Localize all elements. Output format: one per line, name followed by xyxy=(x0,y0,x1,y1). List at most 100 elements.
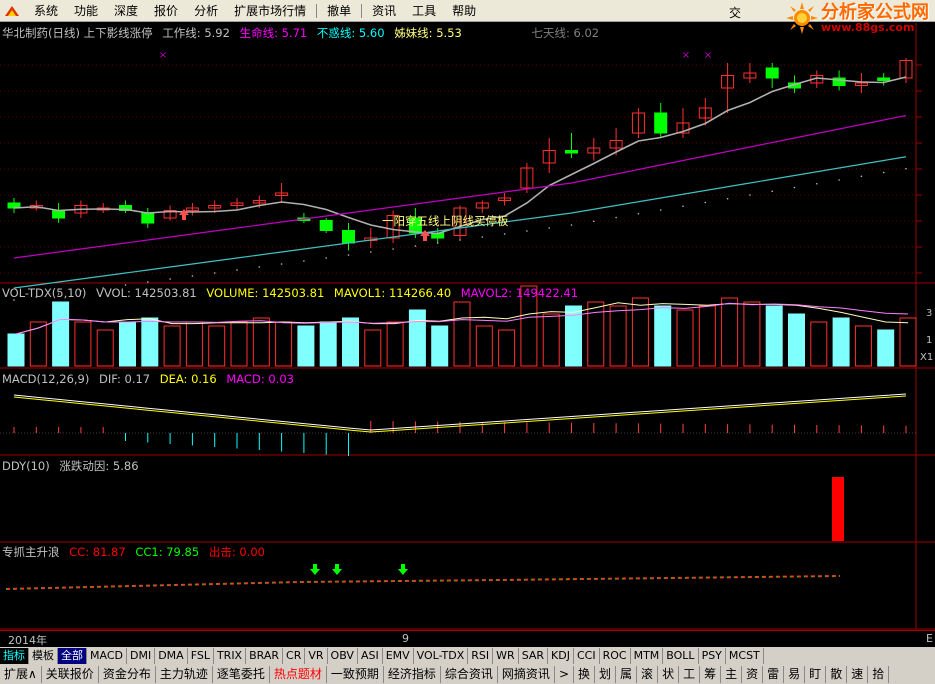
menu-system[interactable]: 系统 xyxy=(26,0,66,22)
menu-function[interactable]: 功能 xyxy=(66,0,106,22)
menu-quote[interactable]: 报价 xyxy=(146,0,186,22)
volume-bar xyxy=(163,325,181,367)
chart-annotation: 一阳穿五线上阴线买停板 xyxy=(382,214,509,228)
vol-title: VOL-TDX(5,10) xyxy=(2,286,87,300)
candle-body xyxy=(342,230,355,244)
tab-template[interactable]: 模板 xyxy=(29,648,58,664)
btn-short[interactable]: 拾 xyxy=(868,666,890,683)
vol-value: MAVOL2: 149422.41 xyxy=(460,286,579,300)
tab-rsi[interactable]: RSI xyxy=(468,648,494,664)
btn-short[interactable]: 滚 xyxy=(637,666,659,683)
volume-bar xyxy=(252,317,270,367)
btn-short[interactable]: 属 xyxy=(616,666,638,683)
dot-line xyxy=(860,175,863,178)
btn-short[interactable]: 换 xyxy=(574,666,596,683)
btn-short[interactable]: 状 xyxy=(658,666,680,683)
tab-asi[interactable]: ASI xyxy=(358,648,383,664)
btn-short[interactable]: 工 xyxy=(679,666,701,683)
ddy-value: 涨跌动因: 5.86 xyxy=(59,459,139,473)
tab-dmi[interactable]: DMI xyxy=(127,648,156,664)
date-axis-end: E xyxy=(926,632,933,645)
btn-fund-distribution[interactable]: 资金分布 xyxy=(99,666,156,683)
dot-line xyxy=(280,263,283,265)
btn-short[interactable]: 主 xyxy=(721,666,743,683)
tab-emv[interactable]: EMV xyxy=(383,648,414,664)
tab-mtm[interactable]: MTM xyxy=(631,648,664,664)
menu-news[interactable]: 资讯 xyxy=(364,0,404,22)
volume-bar xyxy=(899,317,917,367)
menu-depth[interactable]: 深度 xyxy=(106,0,146,22)
volume-bar xyxy=(542,313,560,367)
btn-related-quote[interactable]: 关联报价 xyxy=(42,666,99,683)
dot-line xyxy=(593,220,595,223)
btn-short[interactable]: 划 xyxy=(595,666,617,683)
btn-main-force-track[interactable]: 主力轨迹 xyxy=(156,666,213,683)
menu-analysis[interactable]: 分析 xyxy=(186,0,226,22)
menu-cancel-order[interactable]: 撤单 xyxy=(319,0,359,22)
btn-economic-index[interactable]: 经济指标 xyxy=(384,666,441,683)
btn-web-news[interactable]: 网摘资讯 xyxy=(498,666,555,683)
tab-cr[interactable]: CR xyxy=(283,648,306,664)
brand-name: 分析家公式网 xyxy=(821,1,929,23)
menu-tools[interactable]: 工具 xyxy=(404,0,444,22)
tab-roc[interactable]: ROC xyxy=(600,648,631,664)
menu-extended-market[interactable]: 扩展市场行情 xyxy=(226,0,314,22)
btn-short[interactable]: 速 xyxy=(847,666,869,683)
menu-help[interactable]: 帮助 xyxy=(444,0,484,22)
volume-bar xyxy=(230,321,248,367)
volume-bar xyxy=(475,325,493,367)
btn-short[interactable]: 资 xyxy=(742,666,764,683)
candle-body xyxy=(877,77,891,81)
btn-short[interactable]: 盯 xyxy=(805,666,827,683)
tab-mcst[interactable]: MCST xyxy=(726,648,764,664)
tab-vr[interactable]: VR xyxy=(305,648,328,664)
volume-bar xyxy=(342,317,359,367)
volume-bar xyxy=(297,325,315,367)
chart-area[interactable]: × × × 华北制药(日线) 上下影线涨停 工作线: 5.92 生命线: 5.71 … xyxy=(0,23,935,648)
dot-line xyxy=(414,245,417,247)
tab-boll[interactable]: BOLL xyxy=(663,648,699,664)
zz-value: 出击: 0.00 xyxy=(208,545,265,559)
btn-tick-order[interactable]: 逐笔委托 xyxy=(213,666,270,683)
volume-bar xyxy=(319,321,337,367)
tab-dma[interactable]: DMA xyxy=(155,648,188,664)
tab-vol-tdx[interactable]: VOL-TDX xyxy=(414,648,469,664)
btn-short[interactable]: 散 xyxy=(826,666,848,683)
dot-line xyxy=(169,278,171,280)
volume-bar xyxy=(364,329,382,367)
volume-bar xyxy=(185,321,203,367)
dot-line xyxy=(258,266,261,268)
btn-consensus[interactable]: 一致预期 xyxy=(327,666,384,683)
btn-hot-topics[interactable]: 热点题材 xyxy=(270,666,327,683)
app-logo-icon xyxy=(5,5,19,16)
volume-bar xyxy=(275,321,293,367)
dot-line xyxy=(637,212,640,215)
tab-cci[interactable]: CCI xyxy=(574,648,600,664)
dot-line xyxy=(771,190,773,193)
vol-value: VOLUME: 142503.81 xyxy=(206,286,325,300)
tab-sar[interactable]: SAR xyxy=(519,648,549,664)
tab-all[interactable]: 全部 xyxy=(58,648,87,664)
tab-wr[interactable]: WR xyxy=(493,648,519,664)
main-line-label: 工作线: 5.92 xyxy=(162,26,230,40)
dot-line xyxy=(682,205,684,208)
btn-general-news[interactable]: 综合资讯 xyxy=(441,666,498,683)
tab-brar[interactable]: BRAR xyxy=(246,648,284,664)
stock-title: 华北制药(日线) 上下影线涨停 xyxy=(2,26,153,40)
volume-bar xyxy=(631,297,649,367)
vol-tag: X1 xyxy=(920,352,934,363)
tab-kdj[interactable]: KDJ xyxy=(548,648,574,664)
btn-short[interactable]: 雷 xyxy=(763,666,785,683)
btn-short[interactable]: 筹 xyxy=(700,666,722,683)
tab-macd[interactable]: MACD xyxy=(87,648,127,664)
tab-trix[interactable]: TRIX xyxy=(214,648,247,664)
tab-obv[interactable]: OBV xyxy=(328,648,358,664)
btn-short[interactable]: 易 xyxy=(784,666,806,683)
tab-fsl[interactable]: FSL xyxy=(188,648,214,664)
btn-expand[interactable]: 扩展∧ xyxy=(0,666,42,683)
btn-more[interactable]: > xyxy=(555,666,574,683)
tab-indicator[interactable]: 指标 xyxy=(0,648,29,664)
tab-psy[interactable]: PSY xyxy=(699,648,726,664)
dot-line xyxy=(838,179,840,181)
dot-line xyxy=(548,227,550,229)
